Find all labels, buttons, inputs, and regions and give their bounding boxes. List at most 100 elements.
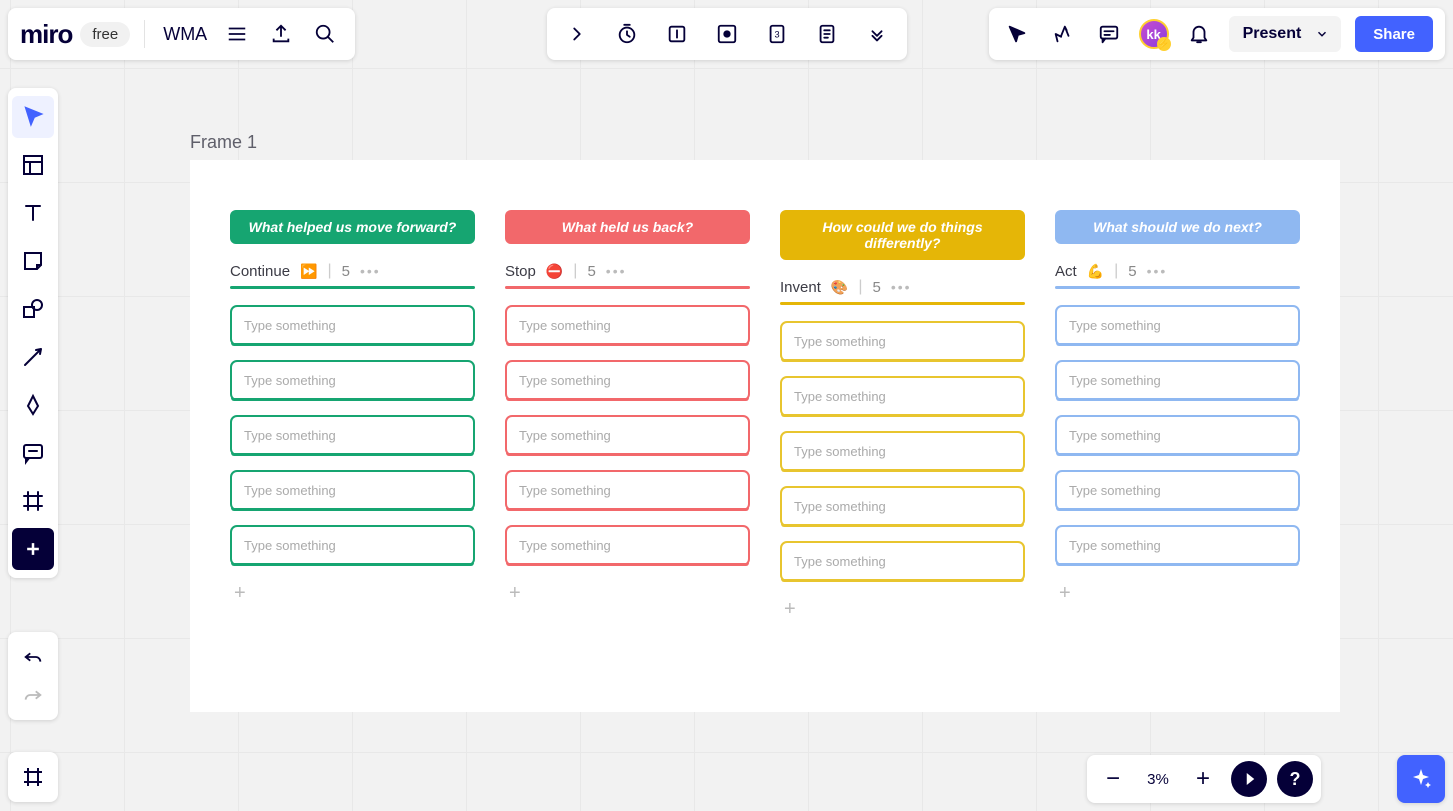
card[interactable]: Type something xyxy=(230,470,475,511)
column-menu-icon[interactable]: ••• xyxy=(891,279,912,295)
attention-icon[interactable] xyxy=(711,18,743,50)
cursor-collab-icon[interactable] xyxy=(1001,18,1033,50)
column-divider xyxy=(230,286,475,289)
zoom-in-button[interactable]: + xyxy=(1185,761,1221,797)
present-label: Present xyxy=(1243,25,1302,43)
column-name: Invent xyxy=(780,279,821,296)
column-emoji-icon: ⏩ xyxy=(300,263,317,280)
column-subheader: Continue ⏩ | 5 ••• xyxy=(230,262,475,280)
column-count: 5 xyxy=(872,279,880,296)
column-header[interactable]: What should we do next? xyxy=(1055,210,1300,244)
card[interactable]: Type something xyxy=(780,321,1025,362)
card[interactable]: Type something xyxy=(1055,415,1300,456)
left-toolbar xyxy=(8,88,58,578)
card[interactable]: Type something xyxy=(780,431,1025,472)
estimate-icon[interactable]: 3 xyxy=(761,18,793,50)
sticky-note-tool[interactable] xyxy=(12,240,54,282)
column-emoji-icon: 🎨 xyxy=(831,279,848,296)
templates-tool[interactable] xyxy=(12,144,54,186)
notifications-icon[interactable] xyxy=(1183,18,1215,50)
card[interactable]: Type something xyxy=(505,525,750,566)
card[interactable]: Type something xyxy=(1055,525,1300,566)
undo-button[interactable] xyxy=(12,638,54,676)
card[interactable]: Type something xyxy=(780,541,1025,582)
card[interactable]: Type something xyxy=(230,415,475,456)
svg-text:3: 3 xyxy=(774,30,779,40)
card[interactable]: Type something xyxy=(1055,305,1300,346)
top-center-toolbar: 3 xyxy=(547,8,907,60)
add-card-button[interactable]: + xyxy=(780,596,1025,623)
ai-assist-button[interactable] xyxy=(1397,755,1445,803)
top-left-toolbar: miro free WMA xyxy=(8,8,355,60)
card[interactable]: Type something xyxy=(780,376,1025,417)
add-card-button[interactable]: + xyxy=(505,580,750,607)
search-icon[interactable] xyxy=(307,16,343,52)
shape-tool[interactable] xyxy=(12,288,54,330)
select-tool[interactable] xyxy=(12,96,54,138)
board-name[interactable]: WMA xyxy=(159,24,211,45)
undo-redo-panel xyxy=(8,632,58,720)
present-caret-icon[interactable] xyxy=(1307,27,1337,41)
zoom-level[interactable]: 3% xyxy=(1135,771,1181,788)
text-tool[interactable] xyxy=(12,192,54,234)
frame-1[interactable]: What helped us move forward? Continue ⏩ … xyxy=(190,160,1340,712)
comments-icon[interactable] xyxy=(1093,18,1125,50)
card[interactable]: Type something xyxy=(230,305,475,346)
column-header[interactable]: What held us back? xyxy=(505,210,750,244)
frame-tool[interactable] xyxy=(12,480,54,522)
card[interactable]: Type something xyxy=(230,360,475,401)
timer-icon[interactable] xyxy=(611,18,643,50)
card[interactable]: Type something xyxy=(1055,360,1300,401)
column-act: What should we do next? Act 💪 | 5 ••• Ty… xyxy=(1055,210,1300,623)
column-invent: How could we do things differently? Inve… xyxy=(780,210,1025,623)
redo-button[interactable] xyxy=(12,676,54,714)
reactions-icon[interactable] xyxy=(1047,18,1079,50)
column-subheader: Act 💪 | 5 ••• xyxy=(1055,262,1300,280)
column-stop: What held us back? Stop ⛔ | 5 ••• Type s… xyxy=(505,210,750,623)
app-logo[interactable]: miro xyxy=(20,19,72,50)
column-name: Act xyxy=(1055,263,1077,280)
column-divider xyxy=(1055,286,1300,289)
share-button[interactable]: Share xyxy=(1355,16,1433,52)
user-avatar[interactable]: kk xyxy=(1139,19,1169,49)
zoom-out-button[interactable]: − xyxy=(1095,761,1131,797)
column-divider xyxy=(505,286,750,289)
card[interactable]: Type something xyxy=(505,360,750,401)
column-menu-icon[interactable]: ••• xyxy=(360,263,381,279)
column-menu-icon[interactable]: ••• xyxy=(606,263,627,279)
card[interactable]: Type something xyxy=(505,415,750,456)
more-apps-icon[interactable] xyxy=(861,18,893,50)
note-icon[interactable] xyxy=(811,18,843,50)
column-subheader: Invent 🎨 | 5 ••• xyxy=(780,278,1025,296)
card[interactable]: Type something xyxy=(230,525,475,566)
plan-pill[interactable]: free xyxy=(80,22,130,47)
line-tool[interactable] xyxy=(12,336,54,378)
add-card-button[interactable]: + xyxy=(1055,580,1300,607)
pen-tool[interactable] xyxy=(12,384,54,426)
export-icon[interactable] xyxy=(263,16,299,52)
zoom-bar: − 3% + ? xyxy=(1087,755,1321,803)
help-button[interactable]: ? xyxy=(1277,761,1313,797)
frame-label[interactable]: Frame 1 xyxy=(190,132,257,153)
more-tools[interactable] xyxy=(12,528,54,570)
column-header[interactable]: What helped us move forward? xyxy=(230,210,475,244)
card[interactable]: Type something xyxy=(1055,470,1300,511)
comment-tool[interactable] xyxy=(12,432,54,474)
column-name: Continue xyxy=(230,263,290,280)
column-subheader: Stop ⛔ | 5 ••• xyxy=(505,262,750,280)
card[interactable]: Type something xyxy=(505,305,750,346)
column-menu-icon[interactable]: ••• xyxy=(1147,263,1168,279)
column-count: 5 xyxy=(587,263,595,280)
present-button[interactable]: Present xyxy=(1229,16,1342,52)
menu-icon[interactable] xyxy=(219,16,255,52)
frames-panel-button[interactable] xyxy=(8,752,58,802)
add-card-button[interactable]: + xyxy=(230,580,475,607)
column-count: 5 xyxy=(1128,263,1136,280)
fit-screen-button[interactable] xyxy=(1231,761,1267,797)
expand-icon[interactable] xyxy=(561,18,593,50)
column-header[interactable]: How could we do things differently? xyxy=(780,210,1025,260)
card[interactable]: Type something xyxy=(505,470,750,511)
card[interactable]: Type something xyxy=(780,486,1025,527)
voting-icon[interactable] xyxy=(661,18,693,50)
column-count: 5 xyxy=(342,263,350,280)
